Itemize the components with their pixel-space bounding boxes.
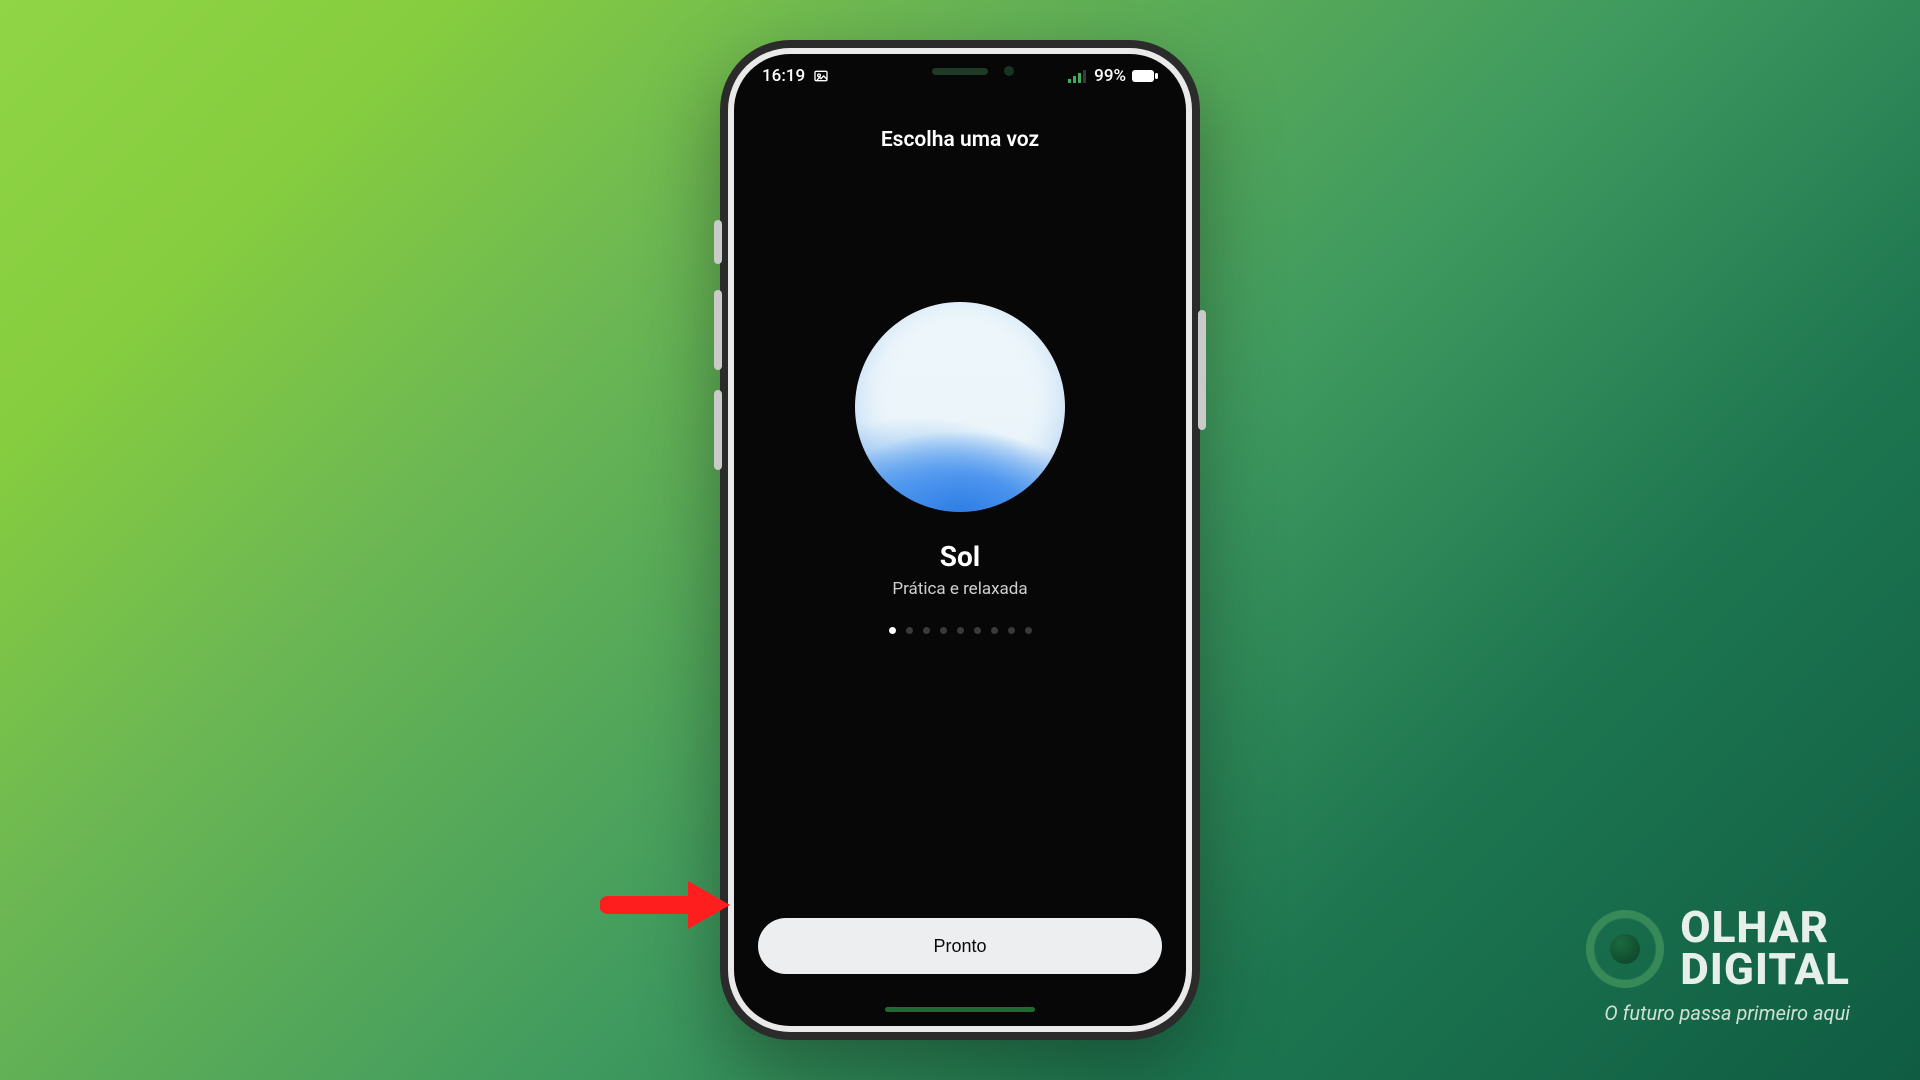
voice-picker-screen: Escolha uma voz Sol Prática e relaxada P… <box>734 54 1186 1026</box>
status-time: 16:19 <box>762 66 805 86</box>
voice-name: Sol <box>940 540 980 573</box>
phone-mockup: 16:19 <box>720 40 1200 1040</box>
page-indicator[interactable] <box>889 627 1032 634</box>
watermark-slogan: O futuro passa primeiro aqui <box>1604 1001 1850 1025</box>
battery-icon <box>1132 69 1158 83</box>
page-dot[interactable] <box>974 627 981 634</box>
page-dot[interactable] <box>1025 627 1032 634</box>
watermark-logo: OLHAR DIGITAL O futuro passa primeiro aq… <box>1586 907 1850 1025</box>
done-button[interactable]: Pronto <box>758 918 1162 974</box>
page-dot[interactable] <box>940 627 947 634</box>
status-battery-text: 99% <box>1094 66 1126 86</box>
page-dot[interactable] <box>906 627 913 634</box>
phone-camera <box>1004 66 1014 76</box>
home-indicator[interactable] <box>885 1007 1035 1012</box>
page-dot[interactable] <box>1008 627 1015 634</box>
phone-speaker <box>932 68 988 75</box>
page-dot[interactable] <box>957 627 964 634</box>
page-dot[interactable] <box>991 627 998 634</box>
watermark-line2: DIGITAL <box>1680 949 1850 991</box>
phone-notch <box>860 54 1060 88</box>
done-button-label: Pronto <box>933 936 986 957</box>
phone-screen: 16:19 <box>734 54 1186 1026</box>
signal-icon <box>1068 69 1088 83</box>
page-title: Escolha uma voz <box>881 128 1039 152</box>
watermark-eye-icon <box>1586 910 1664 988</box>
voice-card[interactable]: Sol Prática e relaxada <box>855 302 1065 634</box>
voice-orb <box>855 302 1065 512</box>
phone-power-button <box>1198 310 1206 430</box>
phone-volume-down <box>714 390 722 470</box>
picture-icon <box>813 68 829 84</box>
annotation-arrow-icon <box>600 875 730 935</box>
page-dot[interactable] <box>923 627 930 634</box>
phone-volume-up <box>714 290 722 370</box>
phone-mute-switch <box>714 220 722 264</box>
phone-bezel: 16:19 <box>728 48 1192 1032</box>
page-dot[interactable] <box>889 627 896 634</box>
voice-description: Prática e relaxada <box>892 579 1027 599</box>
